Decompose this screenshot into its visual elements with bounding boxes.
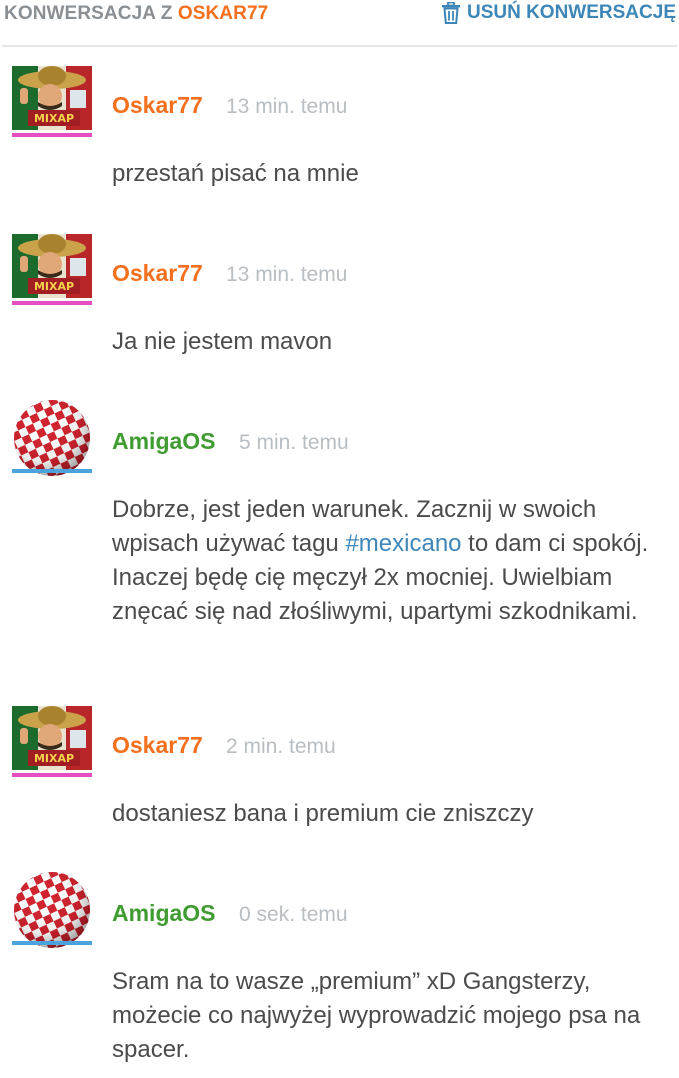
hashtag-link[interactable]: #mexicano	[345, 530, 461, 557]
delete-conversation-label: USUŃ KONWERSACJĘ	[466, 2, 676, 23]
avatar[interactable]	[12, 706, 92, 778]
header-divider	[2, 45, 677, 47]
message-time: 13 min. temu	[226, 95, 348, 118]
avatar[interactable]	[12, 66, 92, 138]
message-time: 0 sek. temu	[239, 903, 348, 926]
conversation-title: KONWERSACJA Z OSKAR77	[4, 3, 268, 25]
conversation-title-prefix: KONWERSACJA Z	[4, 3, 173, 24]
message-author[interactable]: Oskar77	[112, 92, 203, 119]
message-time: 2 min. temu	[226, 735, 336, 758]
avatar[interactable]	[12, 402, 92, 474]
message-author[interactable]: Oskar77	[112, 260, 203, 287]
avatar-gender-line	[12, 301, 92, 305]
mexican-avatar-icon	[12, 706, 92, 770]
mexican-avatar-icon	[12, 234, 92, 298]
conversation-title-user[interactable]: OSKAR77	[178, 3, 268, 24]
message-author[interactable]: AmigaOS	[112, 900, 216, 927]
message-time: 5 min. temu	[239, 431, 349, 454]
message-text: dostaniesz bana i premium cie zniszczy	[112, 800, 534, 827]
amiga-ball-avatar-icon	[12, 870, 92, 950]
conversation-header: KONWERSACJA Z OSKAR77 USUŃ KONWERSACJĘ	[0, 0, 679, 46]
delete-conversation-button[interactable]: USUŃ KONWERSACJĘ	[441, 2, 676, 24]
message-time: 13 min. temu	[226, 263, 348, 286]
amiga-ball-avatar-icon	[12, 398, 92, 478]
avatar[interactable]	[12, 234, 92, 306]
message-author[interactable]: Oskar77	[112, 732, 203, 759]
avatar-gender-line	[12, 133, 92, 137]
message-text: Dobrze, jest jeden warunek. Zacznij w sw…	[112, 493, 652, 629]
avatar-gender-line	[12, 941, 92, 945]
message-text: Sram na to wasze „premium” xD Gangsterzy…	[112, 968, 641, 1063]
message-text: Ja nie jestem mavon	[112, 328, 333, 355]
message-author[interactable]: AmigaOS	[112, 428, 216, 455]
avatar[interactable]	[12, 874, 92, 946]
trash-icon	[441, 2, 460, 24]
avatar-gender-line	[12, 773, 92, 777]
avatar-gender-line	[12, 469, 92, 473]
message-text: przestań pisać na mnie	[112, 160, 359, 187]
mexican-avatar-icon	[12, 66, 92, 130]
